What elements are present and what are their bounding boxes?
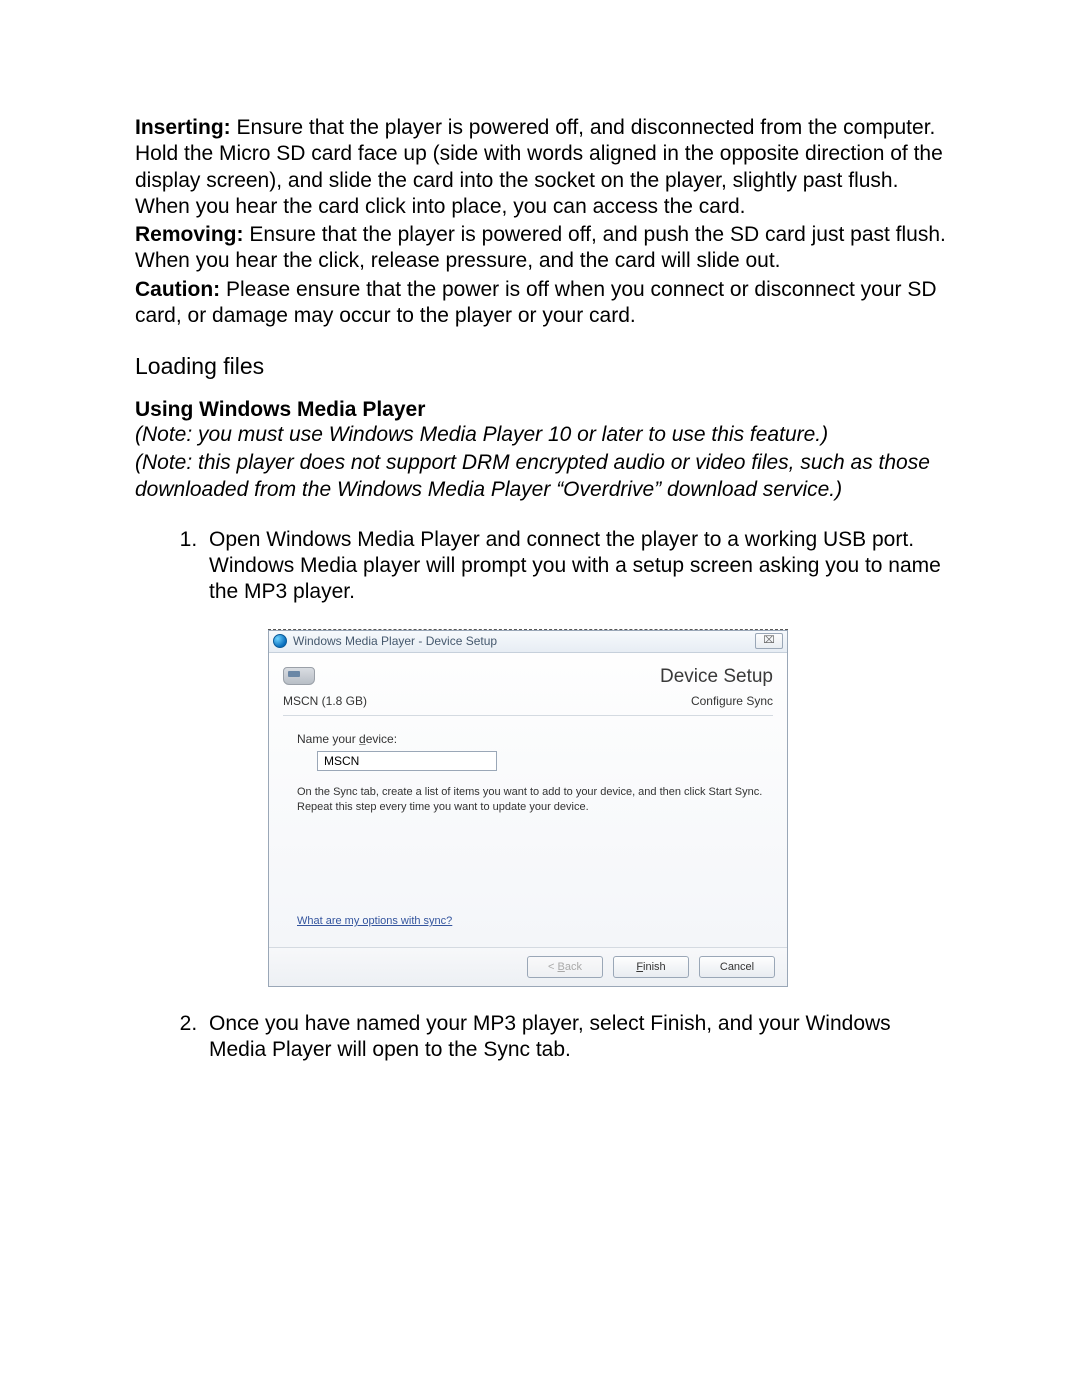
device-icon <box>283 667 315 685</box>
note-1: (Note: you must use Windows Media Player… <box>135 422 950 448</box>
finish-post: inish <box>643 961 666 973</box>
device-name-input[interactable] <box>317 751 497 771</box>
subheading: Using Windows Media Player <box>135 398 950 422</box>
name-label-post: evice: <box>366 732 397 746</box>
note-2: (Note: this player does not support DRM … <box>135 450 950 503</box>
caution-text: Please ensure that the power is off when… <box>135 278 937 327</box>
dialog-body: Device Setup MSCN (1.8 GB) Configure Syn… <box>269 653 787 947</box>
name-label-underlined: d <box>359 732 366 746</box>
inserting-text: Ensure that the player is powered off, a… <box>135 116 943 218</box>
sync-instructions: On the Sync tab, create a list of items … <box>297 785 771 815</box>
section-heading: Loading files <box>135 353 950 380</box>
steps-list: Open Windows Media Player and connect th… <box>135 527 950 1063</box>
cut-line <box>268 624 788 630</box>
dialog-subheader: MSCN (1.8 GB) Configure Sync <box>283 694 773 716</box>
back-post: ack <box>565 961 582 973</box>
wmp-icon <box>273 634 287 648</box>
dialog-button-bar: < Back Finish Cancel <box>269 947 787 986</box>
device-name-size: MSCN (1.8 GB) <box>283 694 367 709</box>
removing-label: Removing: <box>135 223 244 246</box>
caution-label: Caution: <box>135 278 220 301</box>
dialog-titlebar: Windows Media Player - Device Setup ⌧ <box>269 631 787 653</box>
dialog-header-row: Device Setup <box>283 661 773 695</box>
inserting-label: Inserting: <box>135 116 231 139</box>
device-setup-dialog: Windows Media Player - Device Setup ⌧ De… <box>268 624 788 987</box>
document-page: Inserting: Ensure that the player is pow… <box>135 115 950 1063</box>
cancel-button[interactable]: Cancel <box>699 956 775 978</box>
device-setup-heading: Device Setup <box>660 665 773 689</box>
dialog-title: Windows Media Player - Device Setup <box>293 634 755 649</box>
dialog-frame: Windows Media Player - Device Setup ⌧ De… <box>268 630 788 987</box>
configure-sync-label: Configure Sync <box>691 694 773 709</box>
finish-button[interactable]: Finish <box>613 956 689 978</box>
name-input-row <box>317 751 773 771</box>
close-button[interactable]: ⌧ <box>755 633 783 649</box>
removing-paragraph: Removing: Ensure that the player is powe… <box>135 222 950 275</box>
caution-paragraph: Caution: Please ensure that the power is… <box>135 277 950 330</box>
back-button: < Back <box>527 956 603 978</box>
back-pre: < <box>548 961 557 973</box>
step-2: Once you have named your MP3 player, sel… <box>203 1011 950 1064</box>
name-label-pre: Name your <box>297 732 359 746</box>
step-1: Open Windows Media Player and connect th… <box>203 527 950 606</box>
name-device-label: Name your device: <box>297 732 773 747</box>
back-u: B <box>558 961 565 973</box>
inserting-paragraph: Inserting: Ensure that the player is pow… <box>135 115 950 220</box>
removing-text: Ensure that the player is powered off, a… <box>135 223 946 272</box>
sync-options-link[interactable]: What are my options with sync? <box>297 915 452 929</box>
